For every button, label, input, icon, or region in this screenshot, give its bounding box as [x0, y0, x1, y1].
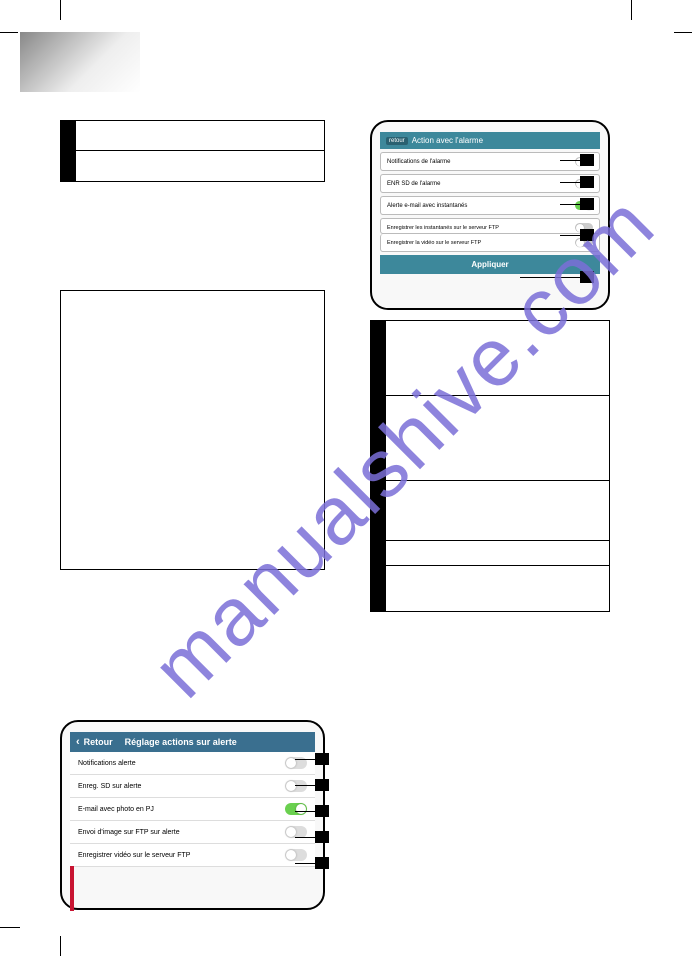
row-text [386, 481, 609, 540]
text-block [60, 290, 325, 570]
callout-line [560, 235, 580, 236]
toggle-icon[interactable] [285, 803, 307, 815]
row-label: Envoi d'image sur FTP sur alerte [78, 829, 180, 836]
setting-row-sd[interactable]: Enreg. SD sur alerte [70, 775, 315, 798]
row-text [76, 121, 324, 150]
toggle-icon[interactable] [285, 780, 307, 792]
apply-button[interactable]: Appliquer [380, 255, 600, 274]
table-row [371, 396, 609, 481]
callout-marker [580, 176, 594, 188]
setting-row-ftp-img[interactable]: Enregistrer les instantanés sur le serve… [380, 218, 600, 234]
callout-marker [315, 805, 329, 817]
row-label: Notifications de l'alarme [387, 159, 451, 165]
row-label: Alerte e-mail avec instantanés [387, 203, 467, 209]
back-button[interactable]: retour [386, 137, 408, 145]
setting-row-ftp-video[interactable]: Enregistrer vidéo sur le serveur FTP [70, 844, 315, 867]
callout-line [560, 160, 580, 161]
setting-row-email[interactable]: Alerte e-mail avec instantanés [380, 196, 600, 215]
callout-line [295, 811, 315, 812]
row-number-cell [371, 566, 386, 611]
table-right [370, 320, 610, 612]
callout-line [560, 182, 580, 183]
ios-title: Réglage actions sur alerte [125, 737, 237, 747]
android-title: Action avec l'alarme [412, 136, 483, 145]
callout-marker [580, 229, 594, 241]
row-label: Enregistrer les instantanés sur le serve… [387, 225, 499, 231]
callout-line [295, 837, 315, 838]
callout-line [295, 863, 315, 864]
setting-row-email[interactable]: E-mail avec photo en PJ [70, 798, 315, 821]
page-indicator [70, 866, 74, 911]
table-top-left [60, 120, 325, 182]
row-label: Enregistrer la vidéo sur le serveur FTP [387, 240, 481, 246]
callout-marker [315, 779, 329, 791]
table-row [61, 151, 324, 181]
row-number-cell [371, 396, 386, 480]
table-row [371, 566, 609, 611]
callout-line [560, 204, 580, 205]
table-row [371, 321, 609, 396]
row-text [386, 321, 609, 395]
setting-row-sd[interactable]: ENR SD de l'alarme [380, 174, 600, 193]
callout-marker [315, 831, 329, 843]
toggle-icon[interactable] [285, 849, 307, 861]
callout-marker [315, 857, 329, 869]
back-label[interactable]: Retour [84, 737, 113, 747]
row-text [76, 151, 324, 181]
callout-line [520, 277, 580, 278]
row-text [386, 541, 609, 565]
row-text [386, 396, 609, 480]
table-row [61, 121, 324, 151]
setting-row-ftp-img[interactable]: Envoi d'image sur FTP sur alerte [70, 821, 315, 844]
row-number-cell [371, 321, 386, 395]
setting-row-ftp-video[interactable]: Enregistrer la vidéo sur le serveur FTP [380, 234, 600, 252]
android-header: retour Action avec l'alarme [380, 132, 600, 149]
callout-line [295, 759, 315, 760]
callout-marker [580, 271, 594, 283]
row-number-cell [61, 151, 76, 181]
row-label: Enregistrer vidéo sur le serveur FTP [78, 852, 190, 859]
table-row [371, 481, 609, 541]
setting-row-notifications[interactable]: Notifications alerte [70, 752, 315, 775]
ios-screenshot: ‹ Retour Réglage actions sur alerte Noti… [60, 720, 325, 910]
row-label: ENR SD de l'alarme [387, 181, 441, 187]
callout-marker [315, 753, 329, 765]
row-label: Enreg. SD sur alerte [78, 783, 141, 790]
android-screenshot: retour Action avec l'alarme Notification… [370, 120, 610, 310]
callout-marker [580, 154, 594, 166]
callout-line [295, 785, 315, 786]
row-number-cell [371, 541, 386, 565]
chevron-left-icon[interactable]: ‹ [76, 736, 80, 748]
row-label: Notifications alerte [78, 760, 136, 767]
row-number-cell [371, 481, 386, 540]
row-label: E-mail avec photo en PJ [78, 806, 154, 813]
row-text [386, 566, 609, 611]
ios-header: ‹ Retour Réglage actions sur alerte [70, 732, 315, 752]
setting-row-notifications[interactable]: Notifications de l'alarme [380, 152, 600, 171]
callout-marker [580, 198, 594, 210]
row-number-cell [61, 121, 76, 150]
table-row [371, 541, 609, 566]
